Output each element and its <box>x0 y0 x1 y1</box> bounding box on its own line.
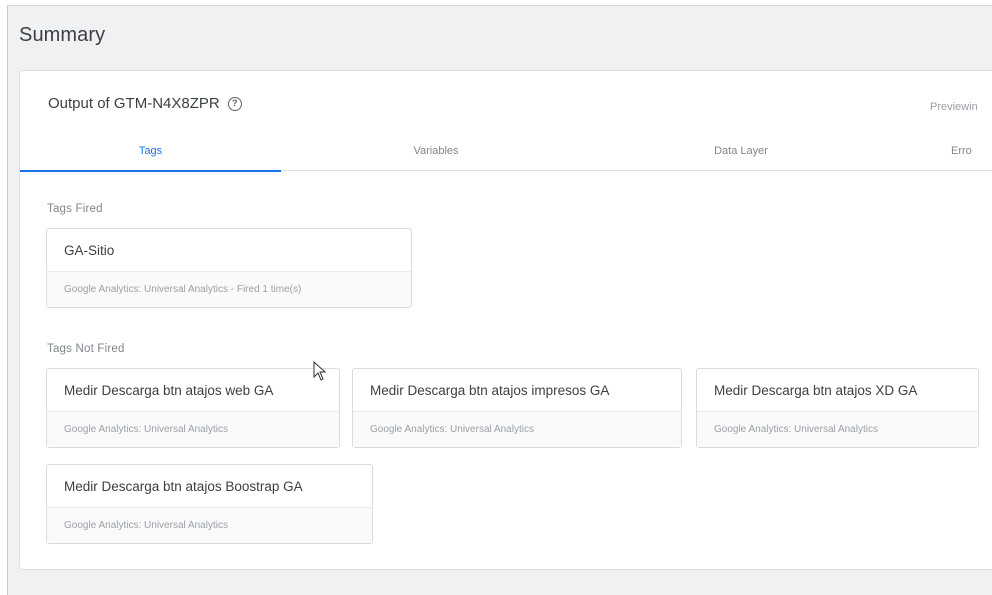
tag-name: Medir Descarga btn atajos web GA <box>47 369 339 412</box>
container-title-text: Output of GTM-N4X8ZPR <box>48 95 220 112</box>
tags-fired-heading: Tags Fired <box>47 203 103 215</box>
tag-type: Google Analytics: Universal Analytics <box>47 412 339 447</box>
tag-card-not-fired[interactable]: Medir Descarga btn atajos XD GA Google A… <box>696 368 979 448</box>
tag-name: Medir Descarga btn atajos Boostrap GA <box>47 465 372 508</box>
tag-card-not-fired[interactable]: Medir Descarga btn atajos web GA Google … <box>46 368 340 448</box>
tag-card-not-fired[interactable]: Medir Descarga btn atajos Boostrap GA Go… <box>46 464 373 544</box>
tag-card-not-fired[interactable]: Medir Descarga btn atajos impresos GA Go… <box>352 368 682 448</box>
mouse-cursor-icon <box>313 361 327 381</box>
output-card: Output of GTM-N4X8ZPR ? Previewin Tags V… <box>19 70 992 570</box>
tag-name: Medir Descarga btn atajos impresos GA <box>353 369 681 412</box>
container-title: Output of GTM-N4X8ZPR ? <box>48 95 242 112</box>
previewing-label: Previewin <box>930 101 978 113</box>
tag-card-fired[interactable]: GA-Sitio Google Analytics: Universal Ana… <box>46 228 412 308</box>
tags-not-fired-heading: Tags Not Fired <box>47 343 125 355</box>
tag-type: Google Analytics: Universal Analytics <box>353 412 681 447</box>
tag-type: Google Analytics: Universal Analytics <box>697 412 978 447</box>
tag-type: Google Analytics: Universal Analytics - … <box>47 272 411 307</box>
help-circle-icon[interactable]: ? <box>227 96 242 111</box>
tab-bar: Tags Variables Data Layer Erro <box>20 131 992 172</box>
tag-name: GA-Sitio <box>47 229 411 272</box>
tab-errors[interactable]: Erro <box>951 131 992 171</box>
tab-variables[interactable]: Variables <box>281 131 591 171</box>
tag-type: Google Analytics: Universal Analytics <box>47 508 372 543</box>
tag-name: Medir Descarga btn atajos XD GA <box>697 369 978 412</box>
page-title: Summary <box>19 24 106 46</box>
preview-window: Summary Output of GTM-N4X8ZPR ? Previewi… <box>7 5 992 595</box>
tab-tags[interactable]: Tags <box>20 131 281 172</box>
tab-data-layer[interactable]: Data Layer <box>591 131 891 171</box>
